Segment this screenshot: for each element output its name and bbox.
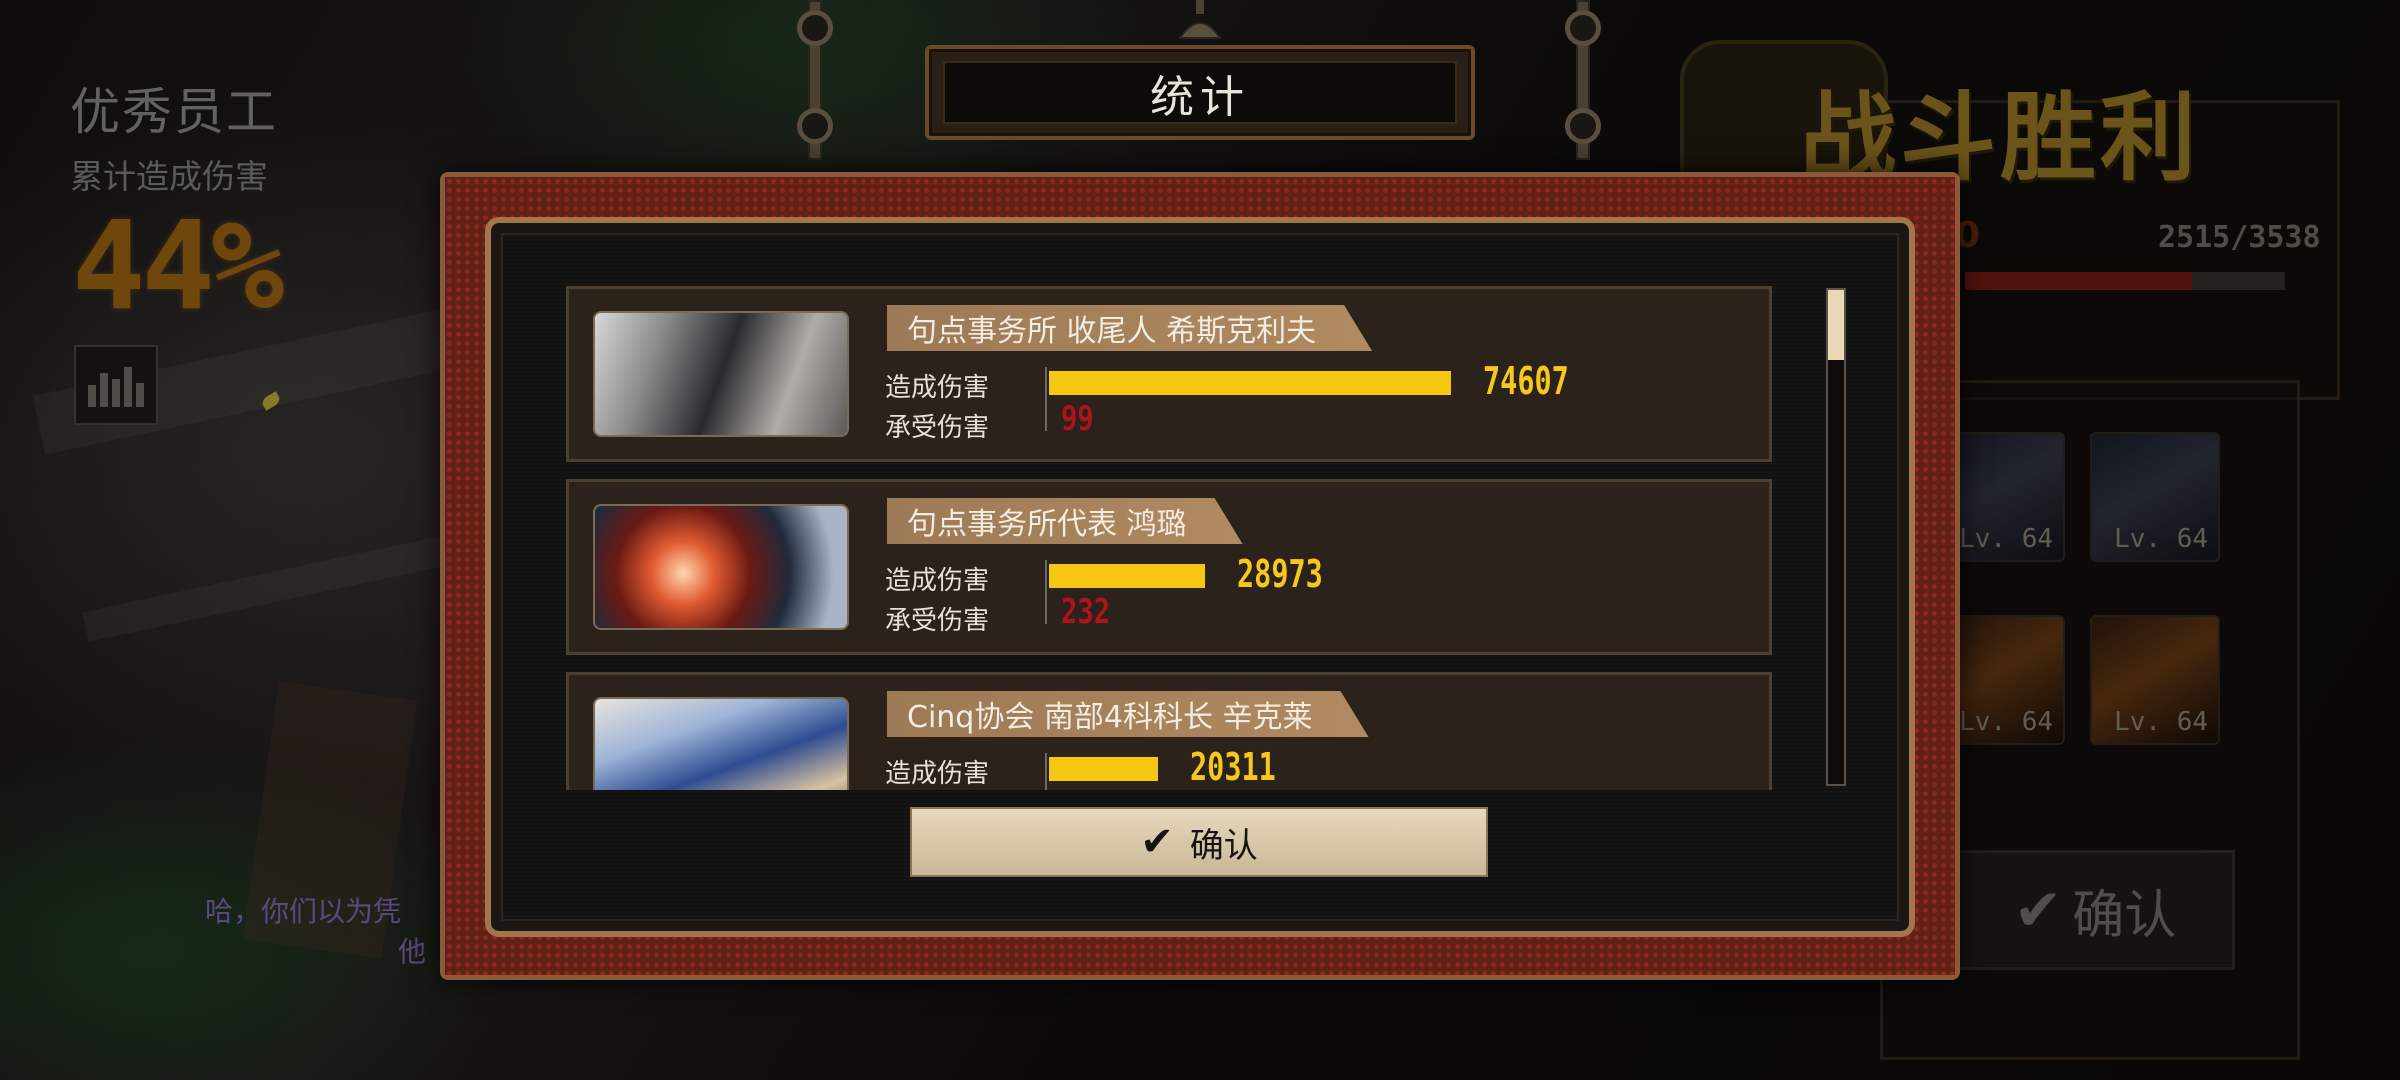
hanging-lamp-icon xyxy=(1178,0,1222,39)
damage-bar xyxy=(1049,371,1451,395)
damage-taken-value: 232 xyxy=(1061,592,1111,632)
rod-ring xyxy=(797,108,833,144)
character-name: 句点事务所代表 鸿璐 xyxy=(887,498,1243,544)
rod-ring xyxy=(1565,108,1601,144)
modal-title: 统计 xyxy=(943,61,1457,124)
scrollbar-thumb[interactable] xyxy=(1828,290,1844,360)
rod-ring xyxy=(1565,10,1601,46)
rod-ring xyxy=(797,10,833,46)
bar-axis xyxy=(1045,367,1047,431)
list-item: 句点事务所代表 鸿璐 造成伤害 承受伤害 28973 232 xyxy=(566,479,1772,655)
check-icon: ✔ xyxy=(1140,819,1174,865)
character-name: Cinq协会 南部4科科长 辛克莱 xyxy=(887,691,1369,737)
damage-value: 28973 xyxy=(1237,552,1323,596)
list-item: Cinq协会 南部4科科长 辛克莱 造成伤害 20311 xyxy=(566,672,1772,790)
character-portrait xyxy=(593,311,849,437)
damage-taken-value: 99 xyxy=(1061,399,1094,439)
damage-value: 74607 xyxy=(1483,359,1569,403)
damage-bar xyxy=(1049,757,1158,781)
damage-dealt-label: 造成伤害 xyxy=(885,759,990,789)
bar-axis xyxy=(1045,560,1047,624)
damage-taken-label: 承受伤害 xyxy=(885,606,990,636)
list-item: 句点事务所 收尾人 希斯克利夫 造成伤害 承受伤害 74607 99 xyxy=(566,286,1772,462)
damage-stats-list[interactable]: 句点事务所 收尾人 希斯克利夫 造成伤害 承受伤害 74607 99 句点事务所… xyxy=(566,282,1776,790)
list-scrollbar[interactable] xyxy=(1826,288,1846,786)
damage-taken-label: 承受伤害 xyxy=(885,413,990,443)
damage-dealt-label: 造成伤害 xyxy=(885,373,990,403)
bar-axis xyxy=(1045,753,1047,790)
character-portrait xyxy=(593,504,849,630)
character-name: 句点事务所 收尾人 希斯克利夫 xyxy=(887,305,1372,351)
damage-value: 20311 xyxy=(1190,745,1276,789)
damage-dealt-label: 造成伤害 xyxy=(885,566,990,596)
modal-title-plate: 统计 xyxy=(925,45,1475,140)
damage-bar xyxy=(1049,564,1205,588)
confirm-button[interactable]: ✔ 确认 xyxy=(910,807,1488,877)
confirm-label: 确认 xyxy=(1189,825,1258,866)
character-portrait xyxy=(593,697,849,790)
